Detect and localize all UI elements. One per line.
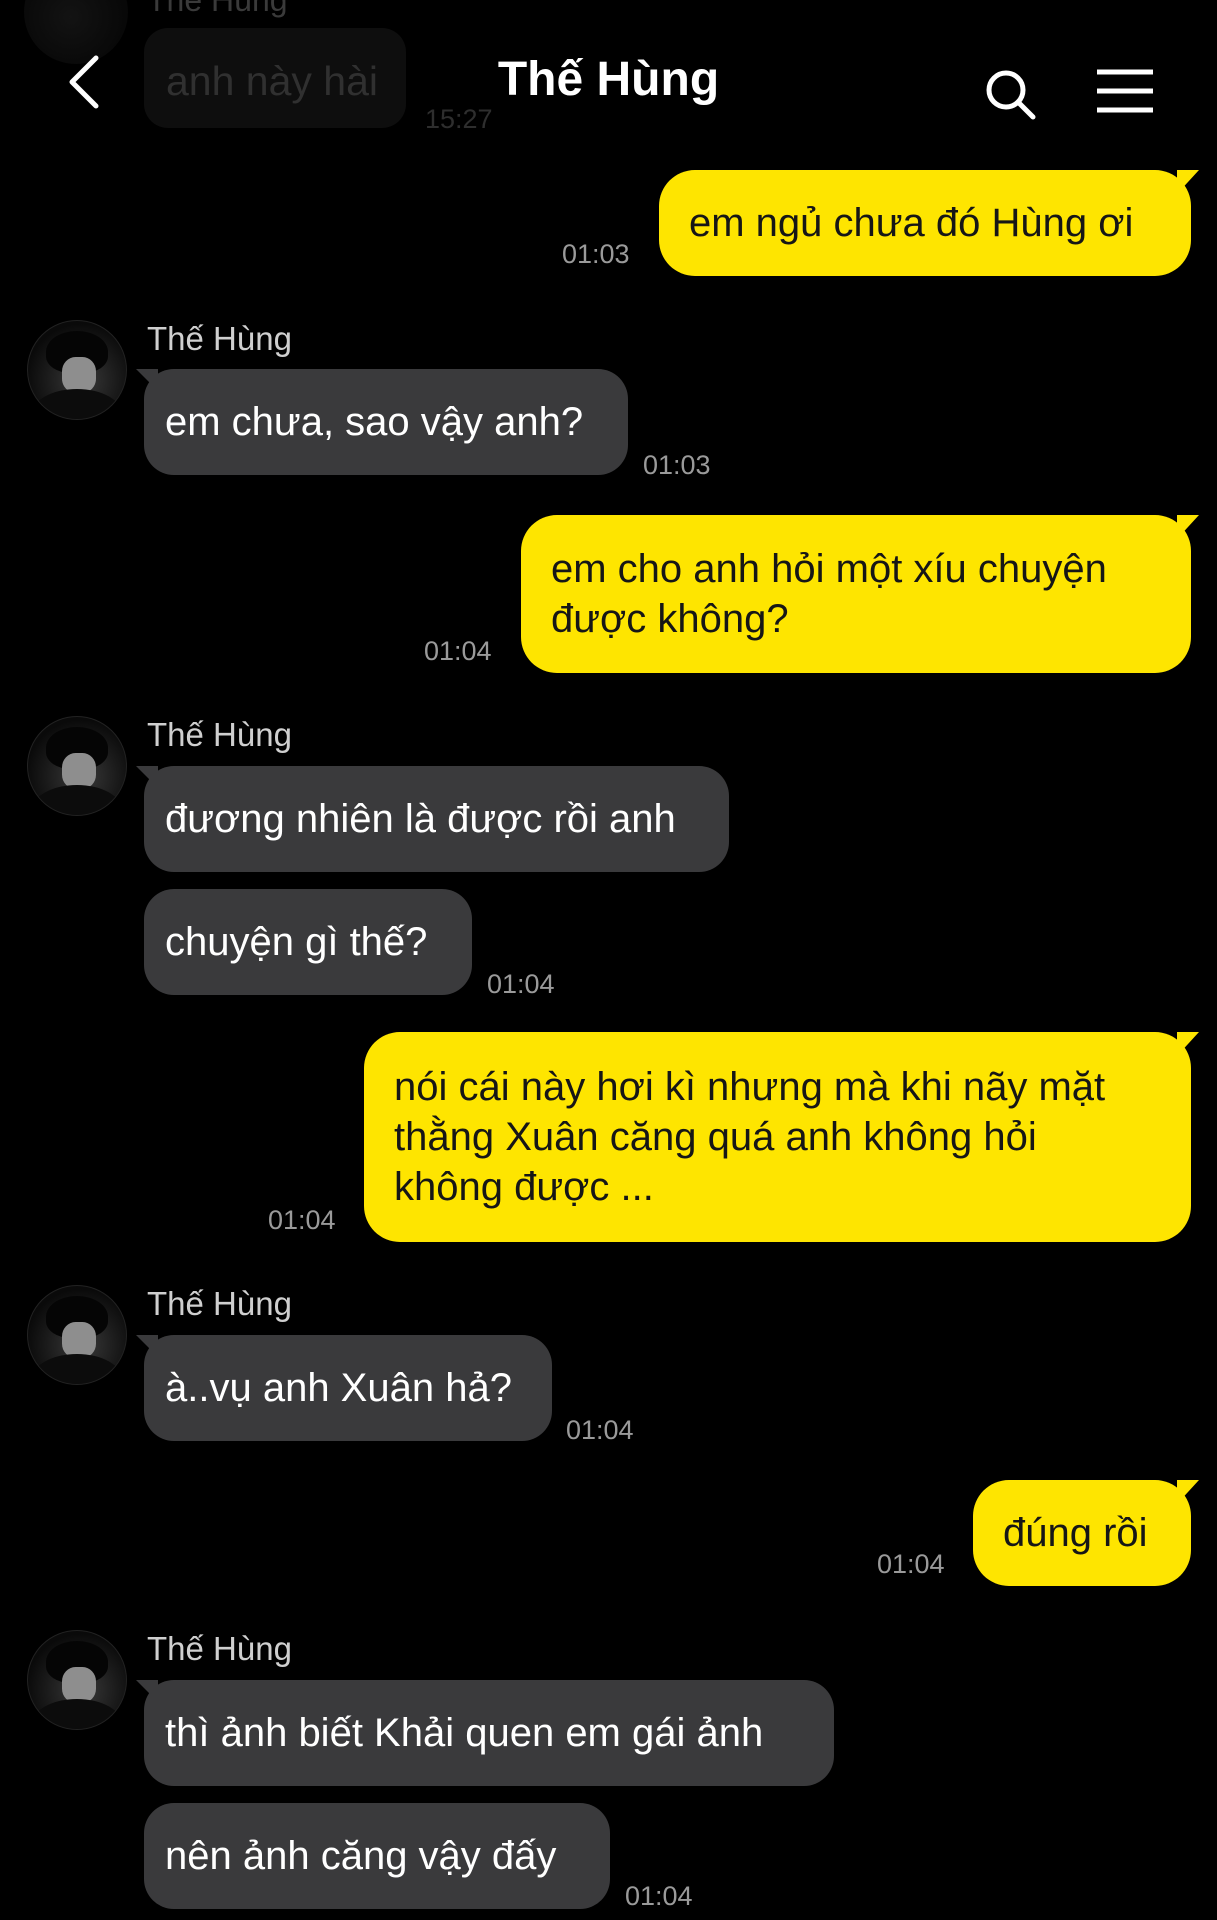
message-time: 01:04 <box>487 969 555 999</box>
message-time: 01:03 <box>562 239 630 269</box>
outgoing-message[interactable]: em cho anh hỏi một xíu chuyện được không… <box>521 515 1199 673</box>
incoming-message[interactable]: nên ảnh căng vậy đấy <box>144 1803 610 1909</box>
message-text: chuyện gì thế? <box>165 920 428 964</box>
message-text-line: thằng Xuân căng quá anh không hỏi <box>394 1115 1037 1159</box>
search-button[interactable] <box>982 66 1038 122</box>
sender-avatar[interactable] <box>27 320 127 420</box>
message-time: 01:03 <box>643 450 711 480</box>
menu-icon <box>1097 69 1153 113</box>
sender-name: Thế Hùng <box>147 716 292 753</box>
message-text: à..vụ anh Xuân hả? <box>165 1366 512 1410</box>
message-text-line: được không? <box>551 597 789 641</box>
message-text: nên ảnh căng vậy đấy <box>165 1834 557 1878</box>
message-time: 01:04 <box>268 1205 336 1235</box>
message-text: đúng rồi <box>1003 1511 1148 1555</box>
menu-button[interactable] <box>1095 68 1155 114</box>
incoming-message[interactable]: chuyện gì thế? <box>144 889 472 995</box>
incoming-message[interactable]: à..vụ anh Xuân hả? <box>136 1335 552 1441</box>
message-text: đương nhiên là được rồi anh <box>165 797 676 841</box>
message-text: em ngủ chưa đó Hùng ơi <box>689 201 1134 245</box>
outgoing-message[interactable]: đúng rồi <box>973 1480 1199 1586</box>
incoming-message[interactable]: thì ảnh biết Khải quen em gái ảnh <box>136 1680 834 1786</box>
message-text: em chưa, sao vậy anh? <box>165 400 584 444</box>
previous-sender-name: Thế Hùng <box>147 0 288 18</box>
message-text-line: nói cái này hơi kì nhưng mà khi nãy mặt <box>394 1065 1106 1109</box>
outgoing-message[interactable]: em ngủ chưa đó Hùng ơi <box>659 170 1199 276</box>
message-time: 01:04 <box>877 1549 945 1579</box>
message-text: thì ảnh biết Khải quen em gái ảnh <box>165 1711 764 1755</box>
incoming-message[interactable]: em chưa, sao vậy anh? <box>136 369 628 475</box>
sender-avatar[interactable] <box>27 1630 127 1730</box>
message-time: 01:04 <box>566 1415 634 1445</box>
sender-name: Thế Hùng <box>147 1285 292 1322</box>
message-time: 01:04 <box>424 636 492 666</box>
sender-name: Thế Hùng <box>147 320 292 357</box>
message-time: 01:04 <box>625 1881 693 1911</box>
message-text-line: không được ... <box>394 1165 654 1209</box>
sender-avatar[interactable] <box>27 716 127 816</box>
outgoing-message[interactable]: nói cái này hơi kì nhưng mà khi nãy mặt … <box>364 1032 1199 1242</box>
search-icon <box>986 70 1036 120</box>
previous-message-time: 15:27 <box>425 104 493 134</box>
sender-name: Thế Hùng <box>147 1630 292 1667</box>
sender-avatar[interactable] <box>27 1285 127 1385</box>
incoming-message[interactable]: đương nhiên là được rồi anh <box>136 766 729 872</box>
message-text-line: em cho anh hỏi một xíu chuyện <box>551 547 1107 591</box>
